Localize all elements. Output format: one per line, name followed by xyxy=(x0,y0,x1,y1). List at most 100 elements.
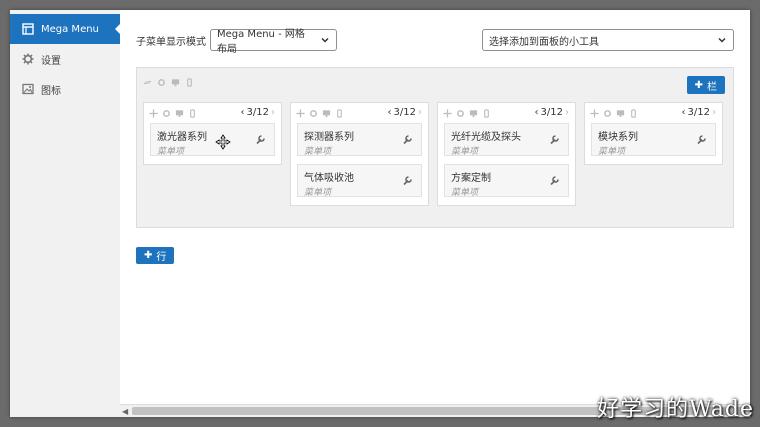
sidebar-item-label: Mega Menu xyxy=(41,23,99,35)
desktop-icon[interactable] xyxy=(469,109,478,118)
menu-item-card[interactable]: 激光器系列 菜单项 xyxy=(150,123,275,157)
plus-icon: ✚ xyxy=(694,79,703,91)
menu-item-subtitle: 菜单项 xyxy=(304,188,332,198)
decrease-width-icon[interactable]: ‹ xyxy=(682,107,686,118)
menu-item-subtitle: 菜单项 xyxy=(451,188,479,198)
sidebar-item-mega-menu[interactable]: Mega Menu xyxy=(10,14,121,44)
menu-item-title: 气体吸收池 xyxy=(304,173,354,184)
row-tools xyxy=(143,78,194,87)
grid-column: ‹ 3/12 › 激光器系列 菜单项 xyxy=(143,102,282,165)
desktop-icon[interactable] xyxy=(322,109,331,118)
column-width-value: 3/12 xyxy=(540,107,563,118)
gear-icon[interactable] xyxy=(162,109,171,118)
add-column-label: 栏 xyxy=(707,81,717,93)
wrench-icon[interactable] xyxy=(549,175,560,186)
menu-grid-icon xyxy=(22,23,34,35)
gear-icon[interactable] xyxy=(456,109,465,118)
menu-item-title: 光纤光缆及探头 xyxy=(451,132,521,143)
desktop-icon[interactable] xyxy=(175,109,184,118)
mobile-icon[interactable] xyxy=(629,108,638,118)
main-panel: 子菜单显示模式 Mega Menu - 网格布局 选择添加到面板的小工具 ✚ 栏 xyxy=(120,10,750,405)
widget-select[interactable]: 选择添加到面板的小工具 xyxy=(482,29,734,51)
image-icon xyxy=(22,83,34,95)
submenu-mode-value: Mega Menu - 网格布局 xyxy=(217,29,305,55)
grid-column: ‹ 3/12 › 探测器系列 菜单项 气体吸收池 菜单项 xyxy=(290,102,429,206)
column-width-value: 3/12 xyxy=(393,107,416,118)
menu-item-subtitle: 菜单项 xyxy=(451,147,479,157)
move-icon[interactable] xyxy=(443,108,452,118)
mobile-icon[interactable] xyxy=(335,108,344,118)
column-width-control[interactable]: ‹ 3/12 › xyxy=(388,107,422,118)
grid-column: ‹ 3/12 › 模块系列 菜单项 xyxy=(584,102,723,165)
mobile-icon[interactable] xyxy=(482,108,491,118)
wrench-icon[interactable] xyxy=(402,175,413,186)
increase-width-icon[interactable]: › xyxy=(271,107,275,118)
gear-icon[interactable] xyxy=(603,109,612,118)
menu-item-subtitle: 菜单项 xyxy=(598,147,626,157)
column-tools xyxy=(443,108,491,118)
sidebar-item-label: 设置 xyxy=(41,55,61,67)
decrease-width-icon[interactable]: ‹ xyxy=(388,107,392,118)
sidebar-item-settings[interactable]: 设置 xyxy=(10,44,120,74)
watermark: 好学习的Wade xyxy=(597,397,754,422)
menu-item-card[interactable]: 探测器系列 菜单项 xyxy=(297,123,422,157)
add-row-button[interactable]: ✚ 行 xyxy=(136,247,175,264)
chevron-down-icon xyxy=(321,37,329,43)
move-cursor-icon xyxy=(215,134,231,150)
menu-item-title: 探测器系列 xyxy=(304,132,354,143)
column-tools xyxy=(296,108,344,118)
move-icon[interactable] xyxy=(149,108,158,118)
column-header: ‹ 3/12 › xyxy=(291,103,428,123)
column-width-control[interactable]: ‹ 3/12 › xyxy=(535,107,569,118)
increase-width-icon[interactable]: › xyxy=(418,107,422,118)
submenu-mode-select[interactable]: Mega Menu - 网格布局 xyxy=(210,29,337,55)
gear-icon[interactable] xyxy=(309,109,318,118)
chevron-down-icon xyxy=(718,37,726,43)
column-width-value: 3/12 xyxy=(687,107,710,118)
column-header: ‹ 3/12 › xyxy=(438,103,575,123)
column-width-control[interactable]: ‹ 3/12 › xyxy=(241,107,275,118)
sidebar-item-label: 图标 xyxy=(41,85,61,97)
desktop-icon[interactable] xyxy=(171,78,180,87)
column-header: ‹ 3/12 › xyxy=(585,103,722,123)
sidebar: Mega Menu 设置 图标 xyxy=(10,10,121,417)
decrease-width-icon[interactable]: ‹ xyxy=(241,107,245,118)
plus-icon: ✚ xyxy=(144,250,153,261)
panel-toolbar: 子菜单显示模式 Mega Menu - 网格布局 选择添加到面板的小工具 xyxy=(136,28,734,55)
column-header: ‹ 3/12 › xyxy=(144,103,281,123)
submenu-mode-label: 子菜单显示模式 xyxy=(136,36,206,48)
menu-item-title: 方案定制 xyxy=(451,173,491,184)
mobile-icon[interactable] xyxy=(188,108,197,118)
gear-icon xyxy=(22,53,34,65)
grid-column: ‹ 3/12 › 光纤光缆及探头 菜单项 方案定制 菜单项 xyxy=(437,102,576,206)
move-icon[interactable] xyxy=(296,108,305,118)
menu-item-subtitle: 菜单项 xyxy=(157,147,185,157)
move-icon[interactable] xyxy=(590,108,599,118)
menu-item-card[interactable]: 光纤光缆及探头 菜单项 xyxy=(444,123,569,157)
wrench-icon[interactable] xyxy=(549,134,560,145)
menu-item-card[interactable]: 方案定制 菜单项 xyxy=(444,164,569,198)
menu-item-card[interactable]: 气体吸收池 菜单项 xyxy=(297,164,422,198)
mega-menu-dialog: Mega Menu 设置 图标 子菜单显示模式 Mega Menu - 网格布局… xyxy=(10,10,750,417)
mega-menu-row: ✚ 栏 ‹ 3/12 › 激光器系列 菜单项 ‹ 3/12 › 探测器系列 菜单… xyxy=(136,67,734,228)
menu-item-title: 激光器系列 xyxy=(157,132,207,143)
scroll-left-icon[interactable]: ◀ xyxy=(122,407,128,416)
desktop-icon[interactable] xyxy=(616,109,625,118)
column-width-control[interactable]: ‹ 3/12 › xyxy=(682,107,716,118)
sidebar-item-icons[interactable]: 图标 xyxy=(10,74,120,104)
add-column-button[interactable]: ✚ 栏 xyxy=(686,76,725,94)
wrench-icon[interactable] xyxy=(696,134,707,145)
decrease-width-icon[interactable]: ‹ xyxy=(535,107,539,118)
column-width-value: 3/12 xyxy=(246,107,269,118)
menu-item-card[interactable]: 模块系列 菜单项 xyxy=(591,123,716,157)
gear-icon[interactable] xyxy=(157,78,166,87)
widget-select-placeholder: 选择添加到面板的小工具 xyxy=(489,36,599,48)
link-icon[interactable] xyxy=(143,78,152,87)
wrench-icon[interactable] xyxy=(255,134,266,145)
column-tools xyxy=(149,108,197,118)
wrench-icon[interactable] xyxy=(402,134,413,145)
increase-width-icon[interactable]: › xyxy=(565,107,569,118)
mobile-icon[interactable] xyxy=(185,78,194,87)
increase-width-icon[interactable]: › xyxy=(712,107,716,118)
add-row-label: 行 xyxy=(156,252,167,263)
